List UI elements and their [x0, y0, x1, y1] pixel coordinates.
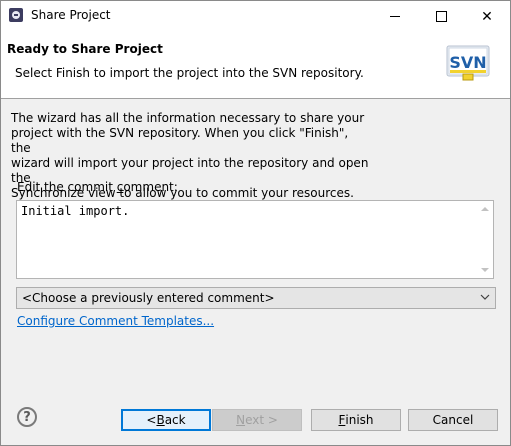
commit-label-pre: Edit the commit — [17, 180, 117, 194]
minimize-button[interactable] — [372, 1, 418, 32]
back-button[interactable]: < Back — [121, 409, 211, 431]
share-project-dialog: Share Project ✕ Ready to Share Project S… — [0, 0, 511, 446]
commit-label-post: omment: — [123, 180, 178, 194]
svn-logo-text: SVN — [449, 53, 486, 72]
scroll-up-icon[interactable] — [481, 207, 489, 211]
close-icon: ✕ — [481, 8, 493, 25]
cancel-button[interactable]: Cancel — [408, 409, 498, 431]
wizard-page-title: Ready to Share Project — [7, 42, 163, 56]
next-button[interactable]: Next > — [212, 409, 302, 431]
finish-button[interactable]: Finish — [311, 409, 401, 431]
wizard-page-description: Select Finish to import the project into… — [15, 66, 364, 80]
finish-label-mnemonic: F — [338, 413, 346, 427]
back-label-pre: < — [146, 413, 157, 427]
previous-comments-dropdown[interactable]: <Choose a previously entered comment> — [16, 287, 496, 309]
commit-comment-textarea[interactable]: Initial import. — [16, 200, 494, 279]
commit-comment-value: Initial import. — [21, 204, 130, 218]
back-label-post: ack — [164, 413, 186, 427]
help-button[interactable]: ? — [17, 407, 37, 427]
next-label-post: ext > — [245, 413, 278, 427]
wizard-banner: Ready to Share Project Select Finish to … — [1, 32, 510, 99]
close-button[interactable]: ✕ — [464, 1, 510, 32]
scroll-down-icon[interactable] — [481, 268, 489, 272]
maximize-button[interactable] — [418, 1, 464, 32]
window-title: Share Project — [31, 8, 111, 22]
commit-comment-scrollbar[interactable] — [476, 201, 493, 278]
commit-comment-label: Edit the commit comment: — [17, 180, 178, 194]
chevron-down-icon — [480, 294, 490, 300]
back-label-mnemonic: B — [156, 413, 165, 427]
configure-comment-templates-link[interactable]: Configure Comment Templates... — [17, 314, 214, 328]
title-bar: Share Project ✕ — [1, 1, 510, 32]
svn-logo-icon: SVN — [446, 45, 490, 81]
finish-label-post: inish — [345, 413, 374, 427]
maximize-icon — [435, 11, 447, 22]
help-icon: ? — [23, 409, 31, 425]
minimize-icon — [390, 16, 400, 17]
previous-comments-selected: <Choose a previously entered comment> — [22, 291, 275, 305]
eclipse-app-icon — [9, 8, 23, 22]
next-label-mnemonic: N — [236, 413, 246, 427]
